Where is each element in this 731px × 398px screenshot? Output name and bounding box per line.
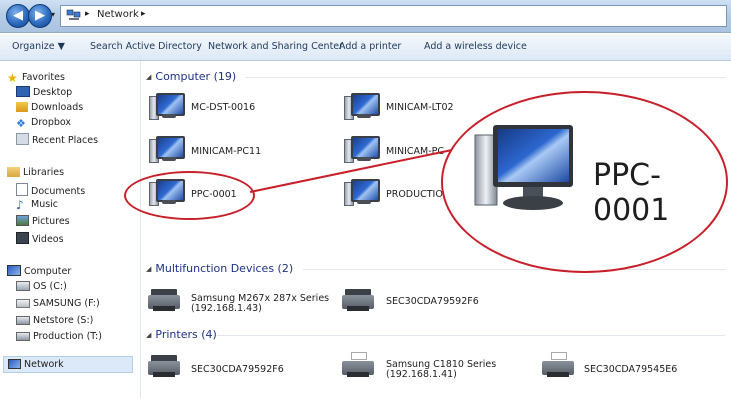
group-header-printers[interactable]: ◢ Printers (4) [146,328,217,341]
add-wireless-device-button[interactable]: Add a wireless device [424,41,527,52]
monitor-icon [344,92,380,122]
computer-icon [7,265,21,276]
monitor-icon [149,135,185,165]
pictures-icon [16,215,29,226]
highlight-ellipse [124,171,255,220]
drive-icon [16,299,30,308]
back-arrow-icon: ◀ [13,8,23,23]
network-sharing-center-button[interactable]: Network and Sharing Center [208,41,343,52]
dropbox-icon: ❖ [16,117,26,130]
desktop-icon [16,86,30,97]
zoom-callout: PPC-0001 [441,91,728,273]
breadcrumb-separator[interactable]: ▸ [141,9,146,19]
monitor-icon [344,178,380,208]
nav-pictures[interactable]: Pictures [16,215,70,227]
printer-icon [541,352,575,380]
videos-icon [16,232,29,244]
nav-desktop[interactable]: Desktop [16,86,72,98]
network-icon [8,359,21,369]
history-dropdown[interactable]: ▾ [51,10,55,19]
nav-libraries[interactable]: Libraries [7,167,64,178]
command-bar: Organize ▼ Search Active Directory Netwo… [0,34,731,61]
nav-os-drive[interactable]: OS (C:) [16,281,67,292]
back-button[interactable]: ◀ [6,4,30,28]
nav-favorites[interactable]: ★ Favorites [7,72,65,85]
add-printer-button[interactable]: Add a printer [339,41,401,52]
nav-samsung-drive[interactable]: SAMSUNG (F:) [16,298,100,309]
group-header-computer[interactable]: ◢ Computer (19) [146,70,236,83]
network-icon [66,9,81,20]
libraries-icon [7,167,20,177]
network-drive-icon [16,316,30,325]
star-icon: ★ [7,71,18,85]
group-divider [303,269,725,270]
address-box[interactable]: ▸ Network ▸ [60,5,727,27]
group-divider [245,77,725,78]
group-header-multifunction[interactable]: ◢ Multifunction Devices (2) [146,262,293,275]
nav-dropbox[interactable]: ❖ Dropbox [16,117,71,130]
nav-videos[interactable]: Videos [16,232,64,245]
drive-icon [16,281,30,291]
organize-button[interactable]: Organize ▼ [12,41,65,52]
printer-icon [341,352,375,380]
recent-places-icon [16,133,29,145]
network-drive-icon [16,332,30,341]
forward-arrow-icon: ▶ [35,8,45,23]
nav-computer[interactable]: Computer [7,265,71,277]
nav-documents[interactable]: Documents [16,183,85,197]
zoomed-computer-label: PPC-0001 [593,158,670,228]
nav-network[interactable]: Network [3,356,133,373]
monitor-icon [344,135,380,165]
group-divider [217,335,725,336]
music-icon: ♪ [16,198,24,212]
printer-icon [147,352,181,380]
breadcrumb-network[interactable]: Network [97,9,139,20]
nav-downloads[interactable]: Downloads [16,102,83,113]
address-bar-area: ◀ ▶ ▾ ▸ Network ▸ [0,0,731,33]
documents-icon [16,183,28,196]
nav-netstore-drive[interactable]: Netstore (S:) [16,315,93,326]
monitor-icon [149,92,185,122]
nav-production-drive[interactable]: Production (T:) [16,331,102,342]
nav-music[interactable]: ♪ Music [16,199,58,212]
forward-button[interactable]: ▶ [28,4,52,28]
printer-icon [147,286,181,314]
monitor-icon [474,125,573,210]
downloads-icon [16,102,28,112]
nav-recent-places[interactable]: Recent Places [16,133,98,146]
printer-icon [341,286,375,314]
breadcrumb-separator[interactable]: ▸ [85,9,90,19]
search-active-directory-button[interactable]: Search Active Directory [90,41,202,52]
navigation-pane: ★ Favorites Desktop Downloads ❖ Dropbox Re… [0,61,141,398]
